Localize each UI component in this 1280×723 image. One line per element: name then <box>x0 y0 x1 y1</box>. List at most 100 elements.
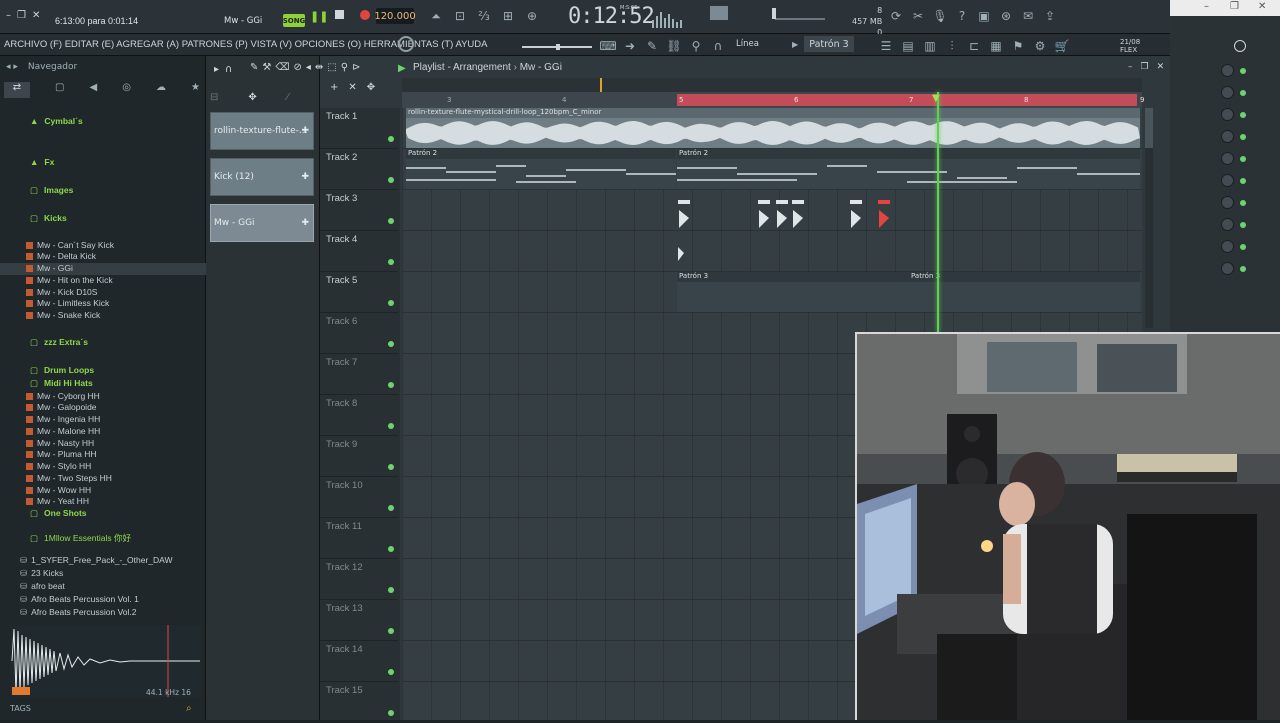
all-tab-icon[interactable]: ⇄ <box>4 82 30 98</box>
zoom-tool-icon[interactable]: ⚲ <box>341 62 348 73</box>
track-mute-led[interactable] <box>388 505 394 511</box>
track-header[interactable]: Track 10 <box>320 477 398 518</box>
nav-arrows-icon[interactable]: ◂ ▸ <box>6 62 18 72</box>
save-icon[interactable]: ▣ <box>976 8 992 24</box>
tempo-tap-icon[interactable] <box>398 36 414 52</box>
metronome-icon[interactable]: ⏶ <box>428 8 444 24</box>
browser-file-item[interactable]: Mw - Pluma HH <box>0 449 206 461</box>
track-header[interactable]: Track 4 <box>320 231 398 272</box>
close-playlist-icon[interactable]: ✕ <box>1157 62 1165 72</box>
track-header[interactable]: Track 13 <box>320 600 398 641</box>
channel-button[interactable]: Kick (12) ✚ <box>210 158 314 196</box>
touch-keyboard-icon[interactable]: ⚑ <box>1010 38 1026 54</box>
grid-icon[interactable]: ⊟ <box>210 92 218 103</box>
pattern-clip[interactable]: Patrón 3 <box>909 272 1140 312</box>
track-mute-led[interactable] <box>388 423 394 429</box>
plugin-icon[interactable]: ⊛ <box>998 8 1014 24</box>
browser-folder-item[interactable]: ▲ Fx <box>0 157 206 169</box>
pattern-clip[interactable]: Patrón 2 <box>406 149 676 189</box>
browser-folder-item[interactable]: ▢ One Shots <box>0 508 206 520</box>
countdown-icon[interactable]: ⅔ <box>476 8 492 24</box>
stamp-icon[interactable]: ⚲ <box>688 38 704 54</box>
mixer-knob[interactable] <box>1221 64 1234 77</box>
tags-label[interactable]: TAGS <box>10 704 31 713</box>
mixer-knob[interactable] <box>1221 174 1234 187</box>
mixer-led[interactable] <box>1240 244 1246 250</box>
track-header[interactable]: Track 5 <box>320 272 398 313</box>
wait-input-icon[interactable]: ⊡ <box>452 8 468 24</box>
browser-icon[interactable]: ⊏ <box>966 38 982 54</box>
mic-icon[interactable]: 🎙 <box>932 8 948 24</box>
record-icon[interactable] <box>360 10 370 20</box>
search-icon[interactable]: ⌕ <box>186 703 192 714</box>
playlist-icon[interactable]: ☰ <box>878 38 894 54</box>
mixer-led[interactable] <box>1240 112 1246 118</box>
pattern-selector[interactable]: Patrón 3 <box>804 36 854 52</box>
close-mixer-icon[interactable]: ✕ <box>1258 1 1266 12</box>
track-mute-led[interactable] <box>388 136 394 142</box>
link-icon[interactable]: ⛓ <box>666 38 682 54</box>
kick-clip[interactable] <box>878 200 890 230</box>
track-header[interactable]: Track 11 <box>320 518 398 559</box>
restore-mixer-icon[interactable]: ❐ <box>1230 1 1239 12</box>
add-track-icon[interactable]: + <box>330 82 338 93</box>
play-arrow-icon[interactable]: ▶ <box>792 40 798 49</box>
cart-icon[interactable]: 🛒 <box>1054 38 1070 54</box>
slash-icon[interactable]: ⁄ <box>287 92 289 103</box>
browser-folder-item[interactable]: ▢ Midi Hi Hats <box>0 378 206 390</box>
minimize-playlist-icon[interactable]: – <box>1128 62 1133 72</box>
browser-folder-item[interactable]: ⛁ Afro Beats Percussion Vol.2 <box>0 607 206 619</box>
track-header[interactable]: Track 1 <box>320 108 398 149</box>
current-pattern-label[interactable]: Mw - GGi <box>224 16 262 26</box>
track-mute-led[interactable] <box>388 300 394 306</box>
mixer-knob[interactable] <box>1221 196 1234 209</box>
minimize-mixer-icon[interactable]: – <box>1204 1 1209 12</box>
play-icon[interactable]: ▶ <box>398 63 406 74</box>
tempo-icon[interactable]: ⚙ <box>1032 38 1048 54</box>
upload-icon[interactable]: ⇪ <box>1042 8 1058 24</box>
mixer-led[interactable] <box>1240 178 1246 184</box>
mixer-led[interactable] <box>1240 68 1246 74</box>
mixer-led[interactable] <box>1240 156 1246 162</box>
browser-file-item[interactable]: Mw - Galopoide <box>0 402 206 414</box>
track-mute-led[interactable] <box>388 546 394 552</box>
track-header[interactable]: Track 14 <box>320 641 398 682</box>
track-lane[interactable] <box>402 190 1142 231</box>
kick-clip[interactable] <box>758 200 770 230</box>
mixer-icon[interactable]: ⫶ <box>944 38 960 54</box>
main-menu[interactable]: ARCHIVO (F) EDITAR (E) AGREGAR (A) PATRO… <box>4 39 487 50</box>
track-header[interactable]: Track 6 <box>320 313 398 354</box>
track-mute-led[interactable] <box>388 382 394 388</box>
keyboard-icon[interactable]: ⌨ <box>599 38 616 54</box>
select-tool-icon[interactable]: ⬚ <box>327 62 336 73</box>
browser-file-item[interactable]: Mw - Ingenia HH <box>0 414 206 426</box>
mute-tool-icon[interactable]: ⊘ <box>294 62 302 73</box>
channel-add-icon[interactable]: ✚ <box>301 126 309 136</box>
pause-icon[interactable]: ❚❚ <box>310 10 328 23</box>
kick-clip[interactable] <box>677 231 685 271</box>
browser-file-item[interactable]: Mw - Yeat HH <box>0 496 206 508</box>
track-mute-led[interactable] <box>388 177 394 183</box>
close-icon[interactable]: ✕ <box>32 10 40 22</box>
pitch-slider[interactable] <box>522 42 592 50</box>
pattern-clip[interactable]: Patrón 3 <box>677 272 909 312</box>
slice-tool-icon[interactable]: ⇹ <box>315 62 323 73</box>
mixer-knob[interactable] <box>1221 108 1234 121</box>
channel-button[interactable]: Mw - GGi ✚ <box>210 204 314 242</box>
move-icon[interactable]: ✥ <box>248 92 256 103</box>
speaker-tab-icon[interactable]: ◀ <box>89 82 97 98</box>
track-mute-led[interactable] <box>388 218 394 224</box>
magnet-icon[interactable]: ∩ <box>710 38 726 54</box>
maximize-playlist-icon[interactable]: ❐ <box>1141 62 1149 72</box>
overview-strip[interactable] <box>402 78 1142 92</box>
pattern-clip[interactable]: Patrón 2 <box>677 149 1140 189</box>
kick-clip[interactable] <box>792 200 804 230</box>
browser-file-item[interactable]: Mw - GGi <box>0 263 206 275</box>
browser-folder-item[interactable]: ⛁ afro beat <box>0 581 206 593</box>
refresh-icon[interactable]: ⟳ <box>888 8 904 24</box>
clock-icon[interactable] <box>1234 40 1246 52</box>
mixer-led[interactable] <box>1240 90 1246 96</box>
cloud-tab-icon[interactable]: ☁ <box>156 82 166 98</box>
playhead-marker-icon[interactable]: ▼ <box>932 93 940 104</box>
track-header[interactable]: Track 15 <box>320 682 398 723</box>
